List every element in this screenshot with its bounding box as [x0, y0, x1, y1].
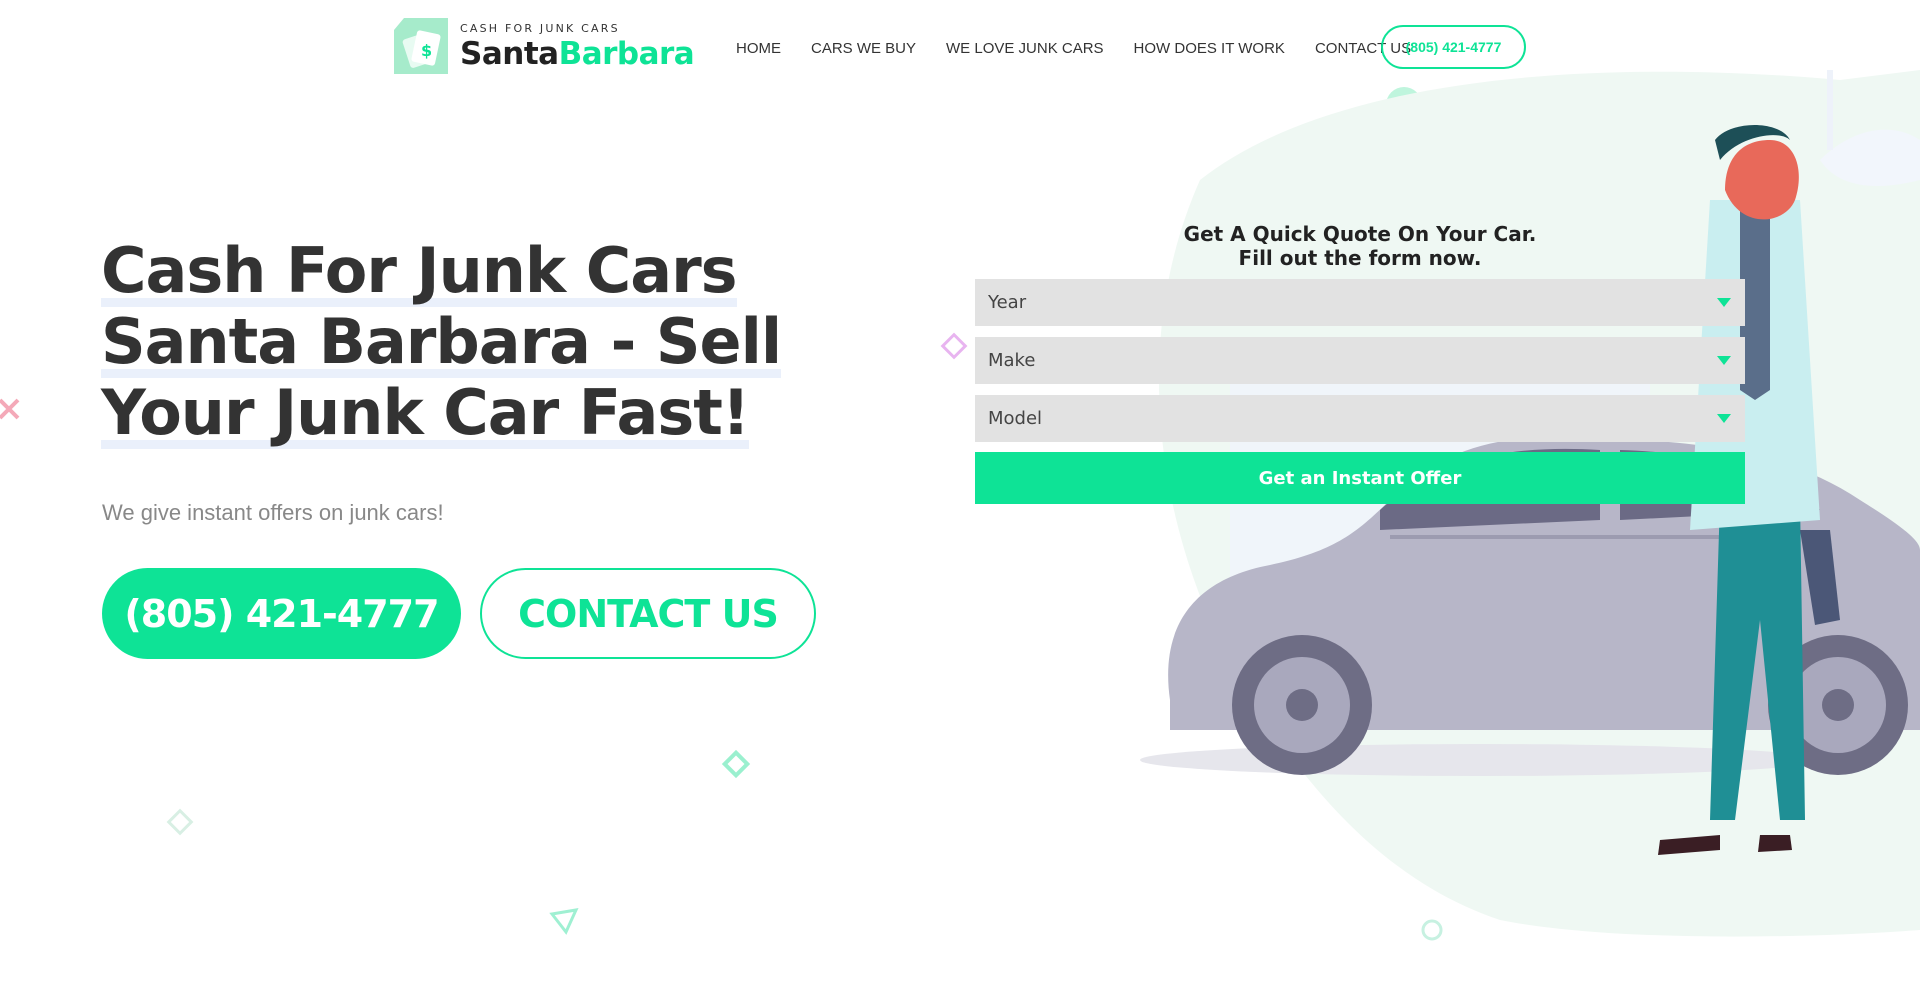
caret-down-icon	[1717, 414, 1731, 423]
year-select-label: Year	[988, 292, 1027, 313]
form-title: Get A Quick Quote On Your Car. Fill out t…	[1183, 222, 1537, 270]
hero-subtitle: We give instant offers on junk cars!	[102, 500, 444, 525]
svg-text:$: $	[421, 41, 432, 60]
main-nav: HOME CARS WE BUY WE LOVE JUNK CARS HOW D…	[736, 40, 1441, 57]
model-select-label: Model	[988, 408, 1043, 429]
logo-wordmark: SantaBarbara	[460, 35, 695, 72]
nav-we-love-junk-cars[interactable]: WE LOVE JUNK CARS	[946, 40, 1104, 57]
nav-home[interactable]: HOME	[736, 40, 781, 57]
call-button[interactable]: (805) 421-4777	[102, 568, 461, 659]
hero-title: Cash For Junk Cars Santa Barbara - Sell …	[101, 234, 782, 449]
make-select[interactable]: Make	[975, 337, 1745, 384]
caret-down-icon	[1717, 298, 1731, 307]
model-select[interactable]: Model	[975, 395, 1745, 442]
contact-us-button[interactable]: CONTACT US	[480, 568, 816, 659]
logo-tagline: CASH FOR JUNK CARS	[460, 21, 620, 35]
nav-cars-we-buy[interactable]: CARS WE BUY	[811, 40, 916, 57]
caret-down-icon	[1717, 356, 1731, 365]
site-logo[interactable]: $ CASH FOR JUNK CARS SantaBarbara	[394, 18, 695, 74]
money-logo-icon: $	[394, 18, 448, 74]
get-instant-offer-button[interactable]: Get an Instant Offer	[975, 452, 1745, 504]
make-select-label: Make	[988, 350, 1036, 371]
year-select[interactable]: Year	[975, 279, 1745, 326]
nav-how-does-it-work[interactable]: HOW DOES IT WORK	[1134, 40, 1285, 57]
